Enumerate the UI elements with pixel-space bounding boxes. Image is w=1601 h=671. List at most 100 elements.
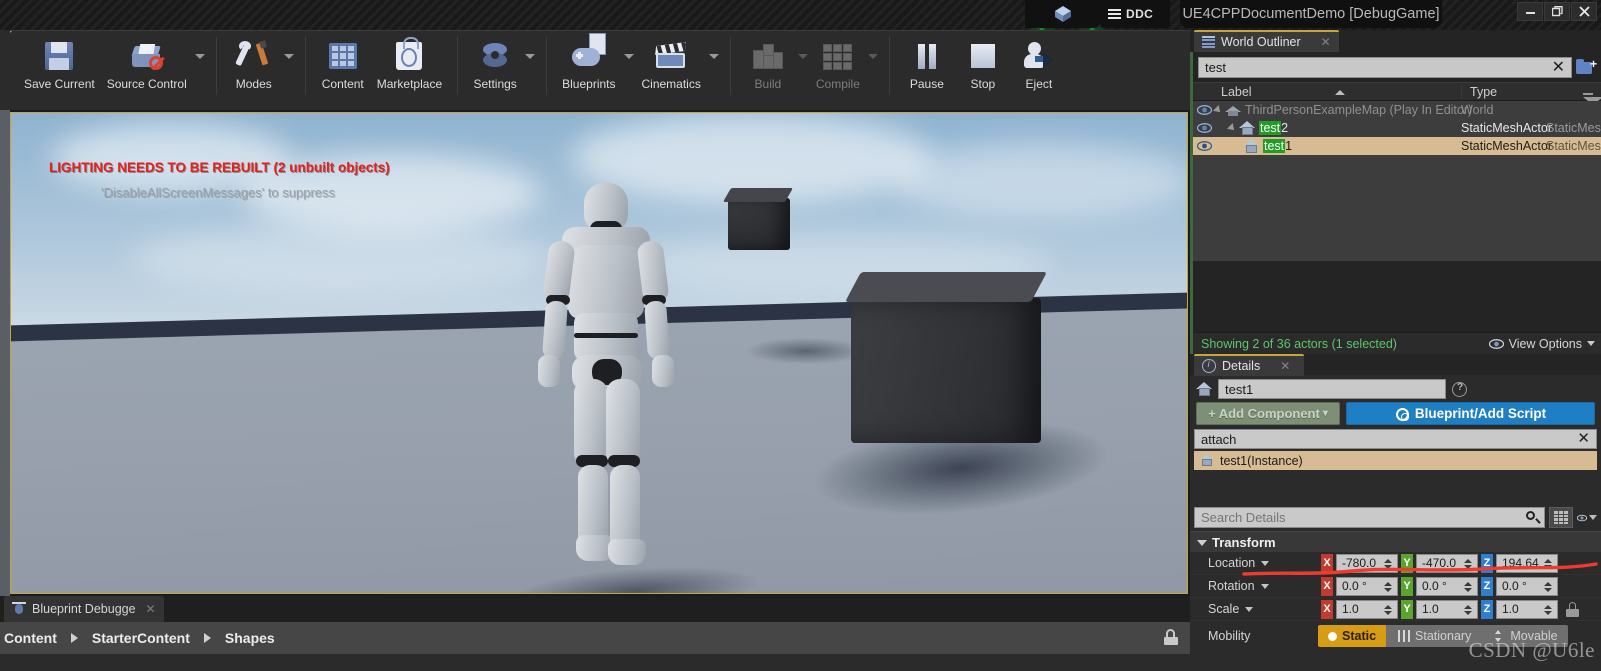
- visibility-eye-icon[interactable]: [1193, 123, 1215, 133]
- visibility-eye-icon[interactable]: [1193, 105, 1215, 115]
- tab-details[interactable]: Details ✕: [1194, 354, 1304, 376]
- mobility-static-button[interactable]: Static: [1318, 625, 1387, 647]
- spinner-icon[interactable]: [1464, 581, 1474, 592]
- pause-icon: [917, 37, 936, 75]
- location-z-input[interactable]: 194.64: [1496, 553, 1558, 573]
- expander-triangle-icon[interactable]: [1227, 123, 1237, 133]
- add-component-label: Add Component: [1218, 406, 1320, 421]
- outliner-row-list: ThirdPersonExampleMap (Play In Editor) W…: [1193, 101, 1601, 261]
- settings-button[interactable]: Settings: [467, 31, 523, 103]
- build-dropdown-caret[interactable]: [796, 31, 810, 103]
- breadcrumb-content[interactable]: Content: [0, 630, 61, 646]
- clear-search-icon[interactable]: ✕: [1552, 59, 1565, 77]
- spinner-icon[interactable]: [1384, 558, 1394, 569]
- component-search-box[interactable]: ✕: [1194, 429, 1597, 449]
- details-view-options-button[interactable]: [1577, 507, 1597, 528]
- content-button[interactable]: Content: [315, 31, 371, 103]
- toolbar-group-settings: Settings: [467, 31, 537, 103]
- scale-x-input[interactable]: 1.0: [1336, 599, 1398, 619]
- column-header-label[interactable]: Label: [1193, 85, 1461, 99]
- rotation-z-input[interactable]: 0.0 °: [1496, 576, 1558, 596]
- spinner-icon[interactable]: [1384, 604, 1394, 615]
- actor-name-input[interactable]: [1225, 381, 1439, 397]
- stop-button[interactable]: Stop: [955, 31, 1011, 103]
- settings-dropdown-caret[interactable]: [523, 31, 537, 103]
- blueprints-button[interactable]: Blueprints: [556, 31, 621, 103]
- search-details-box[interactable]: [1194, 507, 1545, 528]
- create-folder-icon[interactable]: +: [1576, 58, 1597, 78]
- build-button[interactable]: Build: [740, 31, 796, 103]
- source-control-dropdown-caret[interactable]: [193, 31, 207, 103]
- cinematics-button[interactable]: Cinematics: [636, 31, 707, 103]
- help-icon[interactable]: [1452, 381, 1467, 397]
- table-row[interactable]: ThirdPersonExampleMap (Play In Editor) W…: [1193, 101, 1601, 119]
- outliner-search-input[interactable]: [1205, 60, 1565, 75]
- restore-button[interactable]: [1544, 2, 1570, 21]
- spinner-icon[interactable]: [1544, 558, 1554, 569]
- static-mesh-actor-icon: [1243, 138, 1259, 154]
- scale-lock-icon[interactable]: [1566, 601, 1579, 617]
- add-component-button[interactable]: + Add Component ▾: [1196, 402, 1340, 425]
- minimize-button[interactable]: [1517, 2, 1543, 21]
- spinner-icon[interactable]: [1544, 581, 1554, 592]
- details-tab-close-icon[interactable]: ✕: [1280, 359, 1290, 373]
- tab-world-outliner[interactable]: World Outliner ✕: [1194, 30, 1339, 52]
- save-current-button[interactable]: Save Current: [18, 31, 101, 103]
- source-control-button[interactable]: Source Control: [101, 31, 193, 103]
- static-mesh-cube-small[interactable]: [728, 198, 790, 250]
- marketplace-button[interactable]: Marketplace: [371, 31, 448, 103]
- details-display-options-button[interactable]: [1549, 507, 1573, 528]
- column-header-type[interactable]: Type: [1461, 84, 1601, 101]
- spinner-icon[interactable]: [1464, 558, 1474, 569]
- rotation-y-input[interactable]: 0.0 °: [1416, 576, 1478, 596]
- spinner-icon[interactable]: [1464, 604, 1474, 615]
- path-lock-icon[interactable]: [1164, 629, 1178, 645]
- eject-button[interactable]: Eject: [1011, 31, 1067, 103]
- mobility-stationary-button[interactable]: Stationary: [1386, 625, 1482, 647]
- location-label-group[interactable]: Location: [1190, 556, 1318, 570]
- clear-component-search-icon[interactable]: ✕: [1577, 430, 1590, 448]
- pause-button[interactable]: Pause: [899, 31, 955, 103]
- component-search-input[interactable]: [1201, 431, 1590, 447]
- close-button[interactable]: [1571, 2, 1597, 21]
- location-y-input[interactable]: -470.0: [1416, 553, 1478, 573]
- actor-name-field[interactable]: [1218, 379, 1446, 399]
- modes-button[interactable]: Modes: [226, 31, 282, 103]
- world-outliner-close-icon[interactable]: ✕: [1321, 35, 1331, 49]
- scale-z-input[interactable]: 1.0: [1496, 599, 1558, 619]
- unreal-logo-button[interactable]: [1025, 0, 1100, 28]
- mobility-movable-button[interactable]: Movable: [1481, 625, 1568, 647]
- details-search-row: [1190, 504, 1601, 531]
- ddc-status-button[interactable]: DDC: [1100, 0, 1170, 28]
- column-options-icon[interactable]: [1583, 92, 1601, 101]
- search-details-input[interactable]: [1201, 510, 1538, 525]
- blueprints-dropdown-caret[interactable]: [622, 31, 636, 103]
- spinner-icon[interactable]: [1544, 604, 1554, 615]
- location-x-input[interactable]: -780.0: [1336, 553, 1398, 573]
- breadcrumb-startercontent[interactable]: StarterContent: [88, 630, 194, 646]
- transform-section-header[interactable]: Transform: [1190, 531, 1601, 552]
- rotation-label-group[interactable]: Rotation: [1190, 579, 1318, 593]
- static-mesh-cube-large[interactable]: [851, 298, 1041, 443]
- blueprint-debugger-close-icon[interactable]: ✕: [146, 602, 156, 616]
- table-row[interactable]: test2 StaticMeshActor StaticMeshActor: [1193, 119, 1601, 137]
- modes-dropdown-caret[interactable]: [282, 31, 296, 103]
- compile-dropdown-caret[interactable]: [866, 31, 880, 103]
- source-control-label: Source Control: [106, 77, 187, 91]
- third-person-character[interactable]: [506, 183, 706, 593]
- scale-label-group[interactable]: Scale: [1190, 602, 1318, 616]
- outliner-search-box[interactable]: ✕: [1198, 57, 1572, 78]
- view-options-button[interactable]: View Options: [1488, 337, 1595, 351]
- spinner-icon[interactable]: [1384, 581, 1394, 592]
- compile-button[interactable]: Compile: [810, 31, 866, 103]
- list-item[interactable]: test1(Instance): [1194, 451, 1597, 470]
- visibility-eye-icon[interactable]: [1193, 141, 1215, 151]
- scale-y-input[interactable]: 1.0: [1416, 599, 1478, 619]
- blueprint-add-script-button[interactable]: Blueprint/Add Script: [1346, 402, 1595, 425]
- rotation-x-input[interactable]: 0.0 °: [1336, 576, 1398, 596]
- level-viewport[interactable]: LIGHTING NEEDS TO BE REBUILT (2 unbuilt …: [10, 112, 1188, 594]
- tab-blueprint-debugger[interactable]: Blueprint Debugge ✕: [4, 596, 164, 622]
- cinematics-dropdown-caret[interactable]: [707, 31, 721, 103]
- table-row[interactable]: test1 StaticMeshActor StaticMeshActor: [1193, 137, 1601, 155]
- breadcrumb-shapes[interactable]: Shapes: [221, 630, 279, 646]
